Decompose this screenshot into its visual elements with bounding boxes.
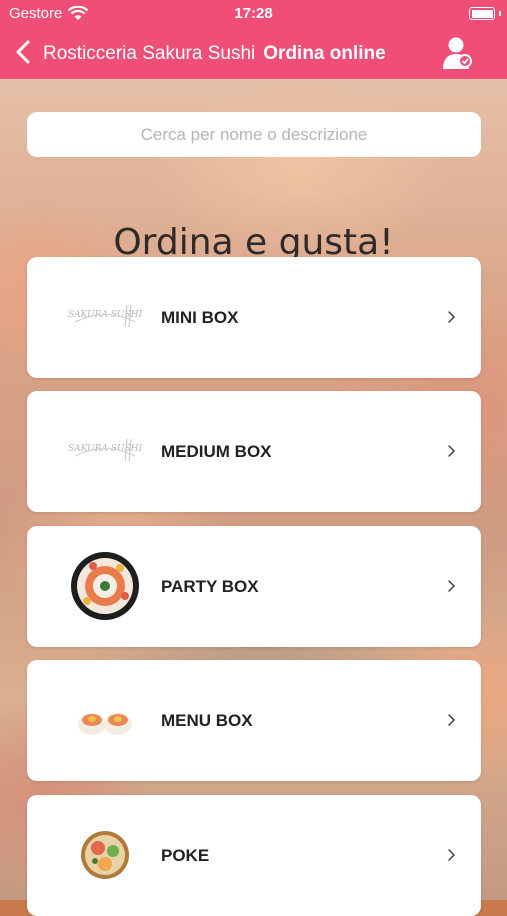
category-label: PARTY BOX [161,577,259,596]
chevron-right-icon [448,445,456,457]
category-label: POKE [161,846,210,865]
nav-subtitle: Ordina online [263,43,386,64]
user-account-icon[interactable] [442,36,474,70]
status-bar: Gestore 17:28 [0,0,507,28]
top-bar: Gestore 17:28 Rosticceria Sakura Sushi Or… [0,0,507,79]
chevron-right-icon [448,849,456,861]
sushi-platter-image [65,546,145,626]
chevron-right-icon [448,714,456,726]
category-card[interactable]: SAKURA SUSHI MINI BOX [27,257,481,378]
sushi-rolls-image [65,680,145,760]
category-label: MENU BOX [161,711,253,730]
category-card[interactable]: POKE [27,795,481,916]
category-label: MEDIUM BOX [161,442,272,461]
search-input[interactable] [27,112,481,157]
chevron-right-icon [448,311,456,323]
category-card[interactable]: MENU BOX [27,660,481,781]
sakura-logo-image: SAKURA SUSHI [65,411,145,491]
poke-bowl-image [65,815,145,895]
back-chevron-icon[interactable] [12,38,36,66]
battery-icon [469,7,495,20]
clock: 17:28 [234,5,273,22]
category-card[interactable]: SAKURA SUSHI MEDIUM BOX [27,391,481,512]
sakura-logo-image: SAKURA SUSHI [65,277,145,357]
nav-title: Rosticceria Sakura Sushi Ordina online [43,43,386,65]
category-card[interactable]: PARTY BOX [27,526,481,647]
chevron-right-icon [448,580,456,592]
category-label: MINI BOX [161,308,239,327]
restaurant-name: Rosticceria Sakura Sushi [43,43,256,64]
nav-bar: Rosticceria Sakura Sushi Ordina online [0,28,507,79]
battery-tip [499,11,501,16]
